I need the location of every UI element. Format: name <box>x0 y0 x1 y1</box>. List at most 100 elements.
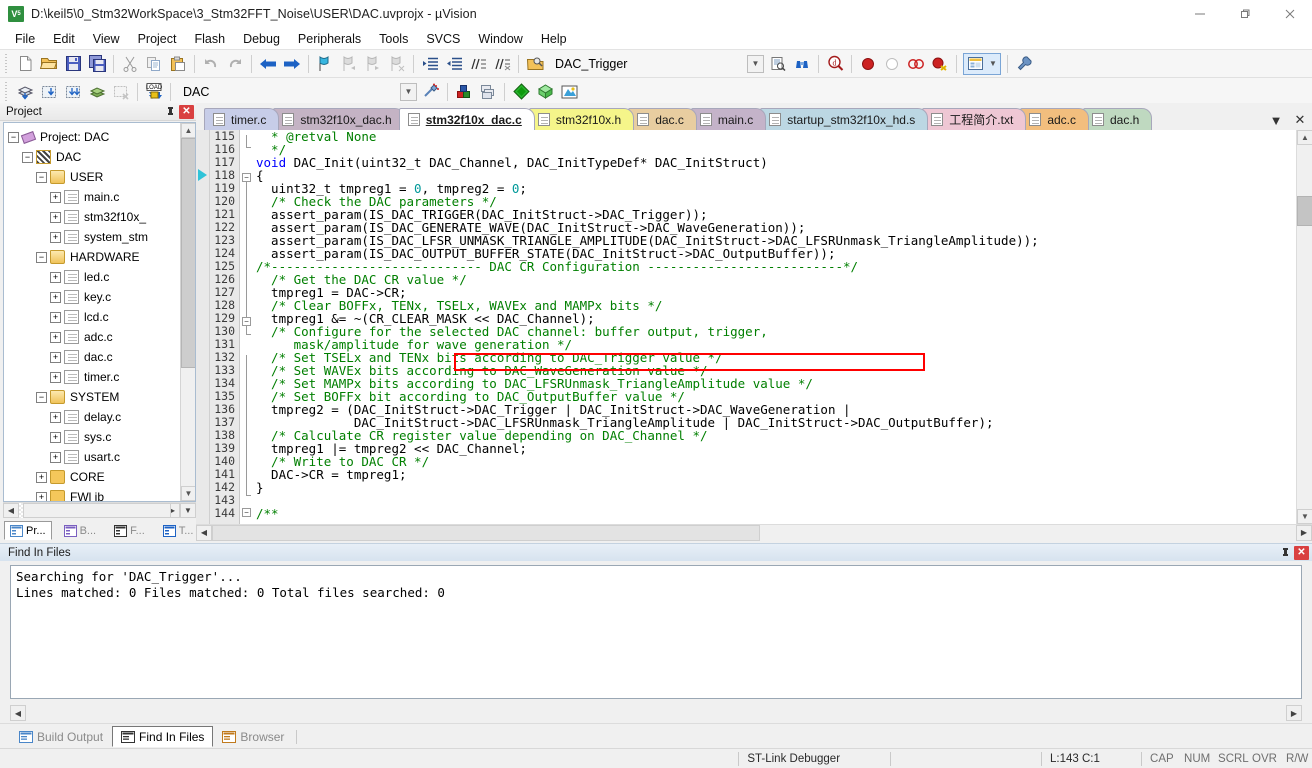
scroll-up-arrow[interactable]: ▲ <box>1297 130 1312 145</box>
tab-list-icon[interactable]: ▼ <box>1268 113 1284 128</box>
manage-project-items-icon[interactable] <box>452 80 476 104</box>
outdent-icon[interactable] <box>442 52 466 76</box>
project-tree-hscrollbar[interactable]: ◀ ▶ ▼ <box>3 502 196 518</box>
bookmark-clear-icon[interactable] <box>385 52 409 76</box>
menu-svcs[interactable]: SVCS <box>417 30 469 48</box>
indent-icon[interactable] <box>418 52 442 76</box>
editor-tab-adc-c[interactable]: adc.c <box>1020 108 1089 130</box>
expand-toggle-icon[interactable]: + <box>50 191 61 203</box>
menu-flash[interactable]: Flash <box>185 30 234 48</box>
menu-file[interactable]: File <box>6 30 44 48</box>
browse-symbol-icon[interactable]: d <box>823 52 847 76</box>
tree-item-stm32f10x[interactable]: + stm32f10x_ <box>8 207 195 227</box>
scroll-right-arrow[interactable]: ▶ <box>1296 524 1312 541</box>
expand-toggle-icon[interactable]: + <box>50 291 61 303</box>
expand-toggle-icon[interactable]: + <box>50 231 61 243</box>
scroll-left-arrow[interactable]: ◀ <box>196 524 212 541</box>
tab-close-icon[interactable]: ✕ <box>1292 112 1308 128</box>
hscroll-thumb[interactable] <box>212 524 760 541</box>
menu-project[interactable]: Project <box>129 30 186 48</box>
project-tab-2[interactable]: F... <box>108 521 151 540</box>
expand-toggle-icon[interactable]: + <box>50 451 61 463</box>
tree-item-hardware[interactable]: − HARDWARE <box>8 247 195 267</box>
chevron-down-icon[interactable]: ▼ <box>400 82 417 101</box>
editor-tab-main-c[interactable]: main.c <box>690 108 767 130</box>
scroll-thumb[interactable] <box>181 138 195 368</box>
collapse-toggle-icon[interactable]: − <box>22 151 33 163</box>
binoculars-icon[interactable] <box>790 52 814 76</box>
menu-tools[interactable]: Tools <box>370 30 417 48</box>
project-tab-3[interactable]: T... <box>157 521 200 540</box>
hscroll-track[interactable] <box>19 503 171 518</box>
hscroll-track[interactable] <box>212 524 1296 541</box>
expand-toggle-icon[interactable]: + <box>50 351 61 363</box>
menu-peripherals[interactable]: Peripherals <box>289 30 370 48</box>
editor-tab-dac-c[interactable]: dac.c <box>628 108 697 130</box>
stop-build-icon[interactable] <box>109 80 133 104</box>
pin-icon[interactable] <box>163 105 177 119</box>
tree-item-sys-c[interactable]: + sys.c <box>8 427 195 447</box>
editor-tab-stm32f10x-dac-h[interactable]: stm32f10x_dac.h <box>273 108 405 130</box>
tree-item-fwl-ib[interactable]: + FWl ib <box>8 487 195 501</box>
editor-tab-stm32f10x-h[interactable]: stm32f10x.h <box>528 108 635 130</box>
uncomment-icon[interactable] <box>490 52 514 76</box>
manage-multi-project-icon[interactable] <box>476 80 500 104</box>
expand-toggle-icon[interactable]: + <box>50 331 61 343</box>
configure-icon[interactable] <box>1012 52 1036 76</box>
editor-vscrollbar[interactable]: ▲ ▼ <box>1296 130 1312 524</box>
close-icon[interactable]: ✕ <box>179 104 194 119</box>
editor-tab-stm32f10x-dac-c[interactable]: stm32f10x_dac.c <box>398 108 535 130</box>
collapse-toggle-icon[interactable]: − <box>8 131 19 143</box>
project-tab-0[interactable]: Pr... <box>4 521 52 540</box>
rebuild-icon[interactable] <box>61 80 85 104</box>
manage-windows-button[interactable]: ▼ <box>963 52 1001 75</box>
code-area[interactable]: 115 116 117 118 119 120 121 122 123 124 125 126 127 1… <box>196 130 1312 524</box>
toolbar-grip[interactable] <box>4 53 10 74</box>
menu-edit[interactable]: Edit <box>44 30 84 48</box>
tree-item-led-c[interactable]: + led.c <box>8 267 195 287</box>
fold-gutter[interactable]: − − − <box>240 130 253 524</box>
tree-item-timer-c[interactable]: + timer.c <box>8 367 195 387</box>
toolbar-grip[interactable] <box>4 81 10 102</box>
navigate-forward-icon[interactable] <box>280 52 304 76</box>
editor-tab-startup-stm32f10x-hd-s[interactable]: startup_stm32f10x_hd.s <box>760 108 929 130</box>
tree-item-core[interactable]: + CORE <box>8 467 195 487</box>
open-file-icon[interactable] <box>37 52 61 76</box>
comment-icon[interactable] <box>466 52 490 76</box>
save-all-icon[interactable] <box>85 52 109 76</box>
editor-hscrollbar[interactable]: ◀ ▶ <box>196 524 1312 541</box>
minimize-button[interactable] <box>1177 0 1222 28</box>
tree-item-user[interactable]: − USER <box>8 167 195 187</box>
disable-all-breakpoints-icon[interactable] <box>928 52 952 76</box>
expand-toggle-icon[interactable]: + <box>50 271 61 283</box>
expand-toggle-icon[interactable]: + <box>50 411 61 423</box>
bookmark-prev-icon[interactable] <box>337 52 361 76</box>
cut-icon[interactable] <box>118 52 142 76</box>
batch-build-icon[interactable] <box>85 80 109 104</box>
menu-debug[interactable]: Debug <box>234 30 289 48</box>
bookmark-next-icon[interactable] <box>361 52 385 76</box>
new-file-icon[interactable] <box>13 52 37 76</box>
scroll-down-arrow[interactable]: ▼ <box>181 486 195 501</box>
menu-view[interactable]: View <box>84 30 129 48</box>
close-button[interactable] <box>1267 0 1312 28</box>
menu-help[interactable]: Help <box>532 30 576 48</box>
target-combo[interactable]: DAC ▼ <box>177 82 417 102</box>
tree-item-system-stm[interactable]: + system_stm <box>8 227 195 247</box>
breakpoint-gutter[interactable] <box>196 130 210 524</box>
expand-toggle-icon[interactable]: + <box>50 371 61 383</box>
scroll-left-arrow[interactable]: ◀ <box>10 705 26 721</box>
fold-box-130[interactable]: − <box>242 317 251 326</box>
build-icon[interactable] <box>37 80 61 104</box>
fold-box-118[interactable]: − <box>242 173 251 182</box>
scroll-up-arrow[interactable]: ▲ <box>181 123 195 138</box>
close-icon[interactable]: ✕ <box>1294 545 1309 560</box>
scroll-down-arrow[interactable]: ▼ <box>1297 509 1312 524</box>
translate-icon[interactable] <box>13 80 37 104</box>
disable-breakpoint-icon[interactable] <box>880 52 904 76</box>
expand-toggle-icon[interactable]: + <box>50 211 61 223</box>
fold-box-144[interactable]: − <box>242 508 251 517</box>
expand-toggle-icon[interactable]: + <box>36 471 47 483</box>
pin-icon[interactable] <box>1278 546 1292 560</box>
pack-installer-icon[interactable] <box>509 80 533 104</box>
